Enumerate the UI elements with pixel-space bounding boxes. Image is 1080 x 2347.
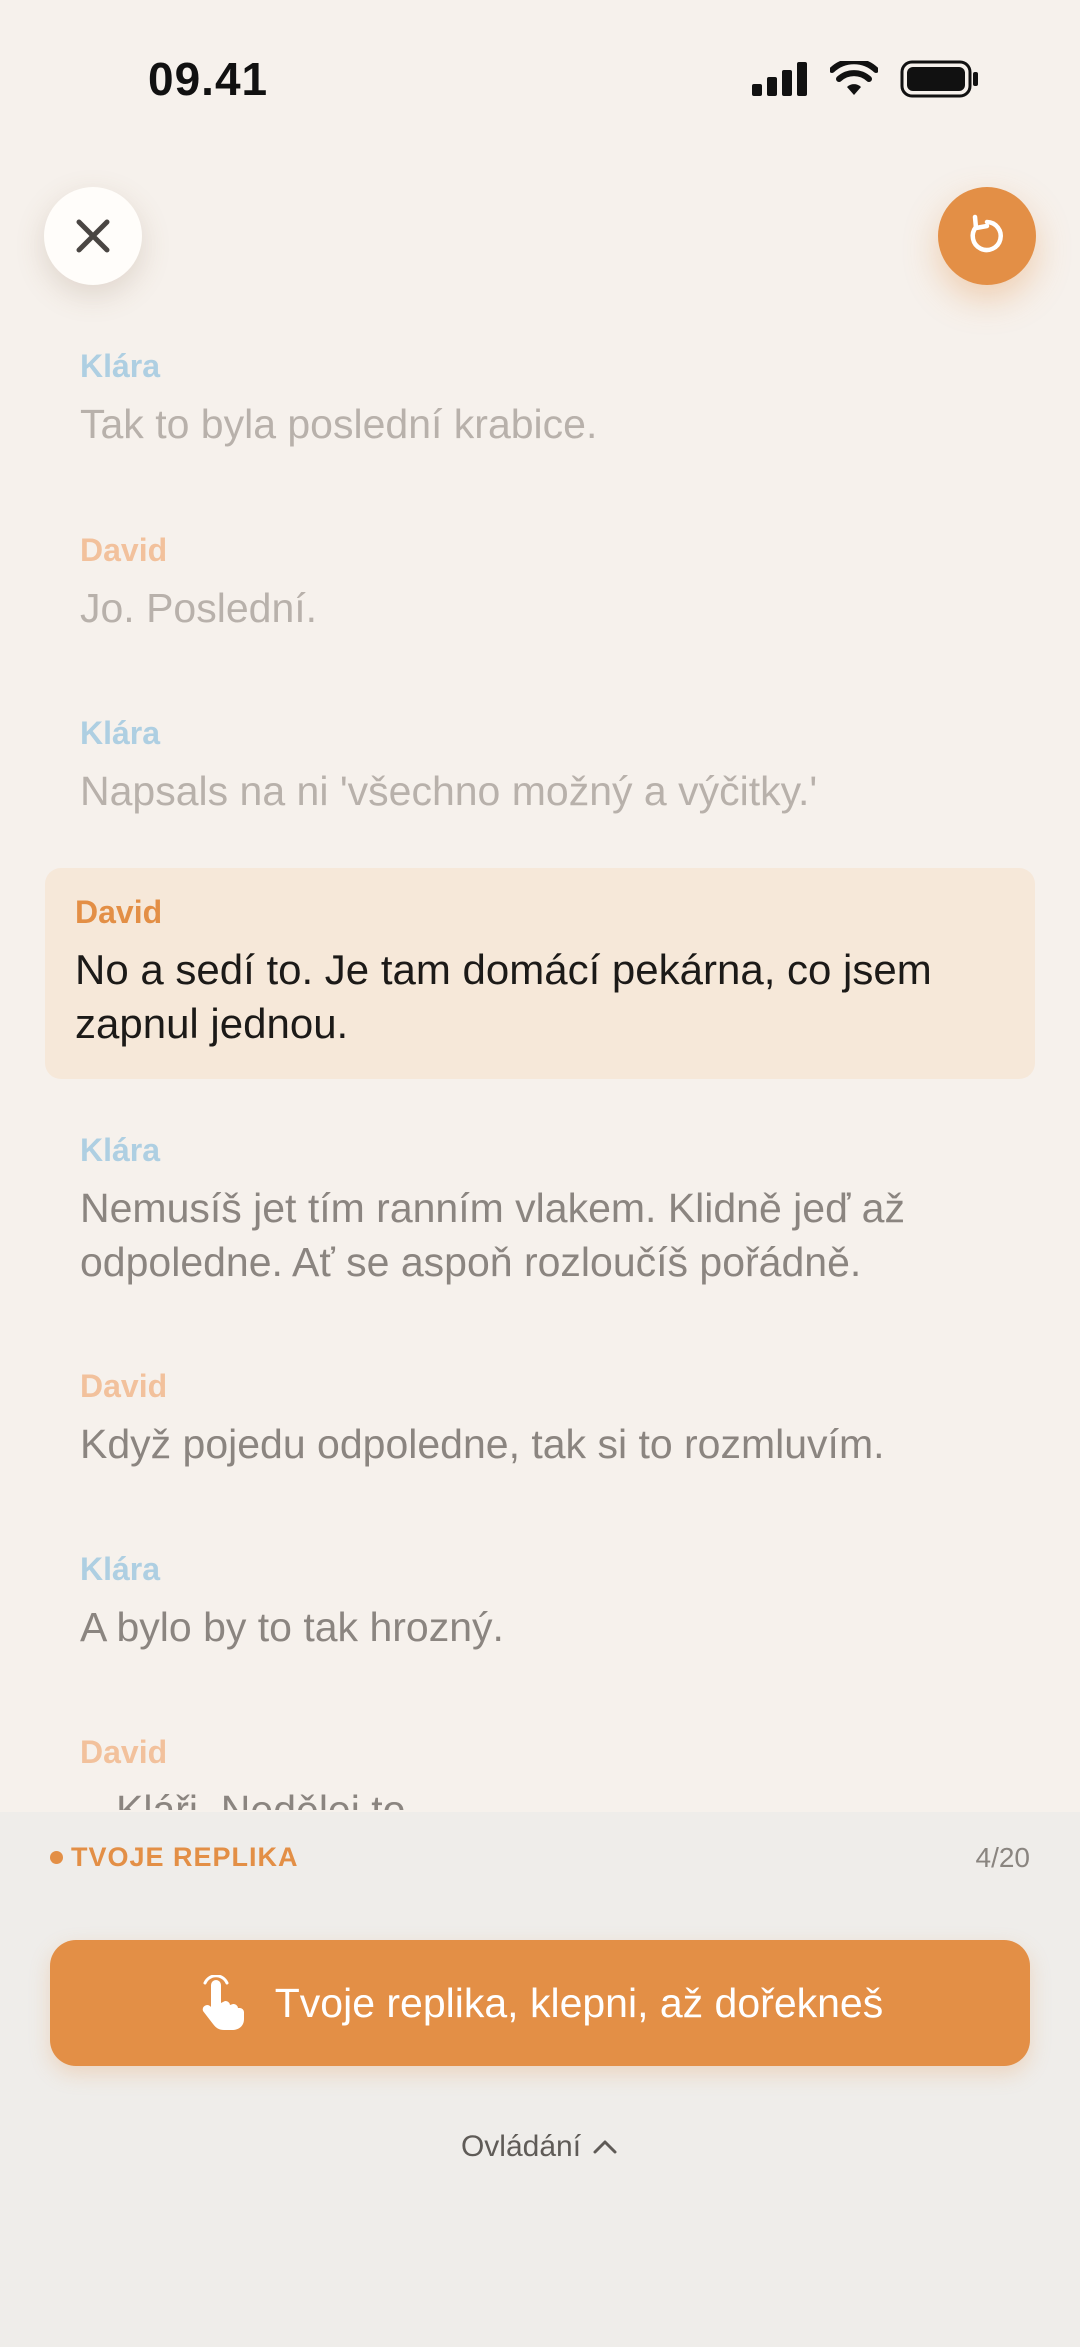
script-line: Klára Tak to byla poslední krabice. (80, 348, 1000, 451)
speaker-name: Klára (80, 1132, 161, 1168)
line-text: Kláři. Nedělej to. (116, 1787, 417, 1810)
line-text: Tak to byla poslední krabice. (80, 401, 598, 447)
line-text: No a sedí to. Je tam domácí pekárna, co … (75, 946, 932, 1047)
status-time: 09.41 (148, 53, 269, 105)
line-text: Nemusíš jet tím ranním vlakem. Klidně je… (80, 1185, 905, 1285)
script-line: Klára Nemusíš jet tím ranním vlakem. Kli… (80, 1132, 1000, 1289)
speaker-name: David (80, 1734, 168, 1770)
line-text: Jo. Poslední. (80, 585, 318, 631)
speaker-name: David (75, 894, 163, 930)
status-bar: 09.41 (0, 0, 1080, 150)
top-bar (0, 150, 1080, 350)
tap-when-done-button[interactable]: Tvoje replika, klepni, až dořekneš (50, 1940, 1030, 2066)
script-line: David Jo. Poslední. (80, 532, 1000, 635)
speaker-name: Klára (80, 348, 161, 384)
wifi-icon (830, 61, 878, 95)
script-line: David Kláři. Nedělej to. (80, 1734, 1000, 1810)
script-line: Klára Napsals na ni 'všechno možný a výč… (80, 715, 1000, 818)
current-script-line: David No a sedí to. Je tam domácí pekárn… (45, 868, 1035, 1079)
controls-label: Ovládání (460, 2130, 582, 2163)
line-text: Když pojedu odpoledne, tak si to rozmluv… (80, 1421, 885, 1467)
close-icon (76, 219, 110, 253)
replika-tag: TVOJE REPLIKA (50, 1842, 299, 1873)
replika-dot-icon (50, 1851, 63, 1864)
speaker-name: David (80, 532, 168, 568)
line-text: A bylo by to tak hrozný. (80, 1604, 504, 1650)
script-line: David Když pojedu odpoledne, tak si to r… (80, 1368, 1000, 1471)
restart-icon (970, 214, 1003, 253)
tap-button-label: Tvoje replika, klepni, až dořekneš (274, 1979, 884, 2026)
line-counter: 4/20 (975, 1842, 1031, 1873)
close-button[interactable] (44, 187, 142, 285)
controls-toggle[interactable]: Ovládání (0, 2130, 1080, 2164)
script-line: Klára A bylo by to tak hrozný. (80, 1551, 1000, 1654)
script-list[interactable]: Klára Tak to byla poslední krabice. Davi… (0, 330, 1080, 1810)
line-text: Napsals na ni 'všechno možný a výčitky.' (80, 768, 818, 814)
chevron-up-icon (593, 2140, 617, 2154)
status-icons (752, 60, 980, 98)
restart-button[interactable] (938, 187, 1036, 285)
signal-icon (752, 62, 807, 96)
speaker-name: Klára (80, 715, 161, 751)
bottom-panel: TVOJE REPLIKA 4/20 Tvoje replika, klepni… (0, 1812, 1080, 2347)
tap-hand-icon (202, 1975, 244, 2030)
battery-icon (900, 60, 978, 98)
speaker-name: Klára (80, 1551, 161, 1587)
replika-label: TVOJE REPLIKA (71, 1842, 299, 1872)
line-text-clip: Kláři. Nedělej to. (80, 1783, 1000, 1810)
speaker-name: David (80, 1368, 168, 1404)
